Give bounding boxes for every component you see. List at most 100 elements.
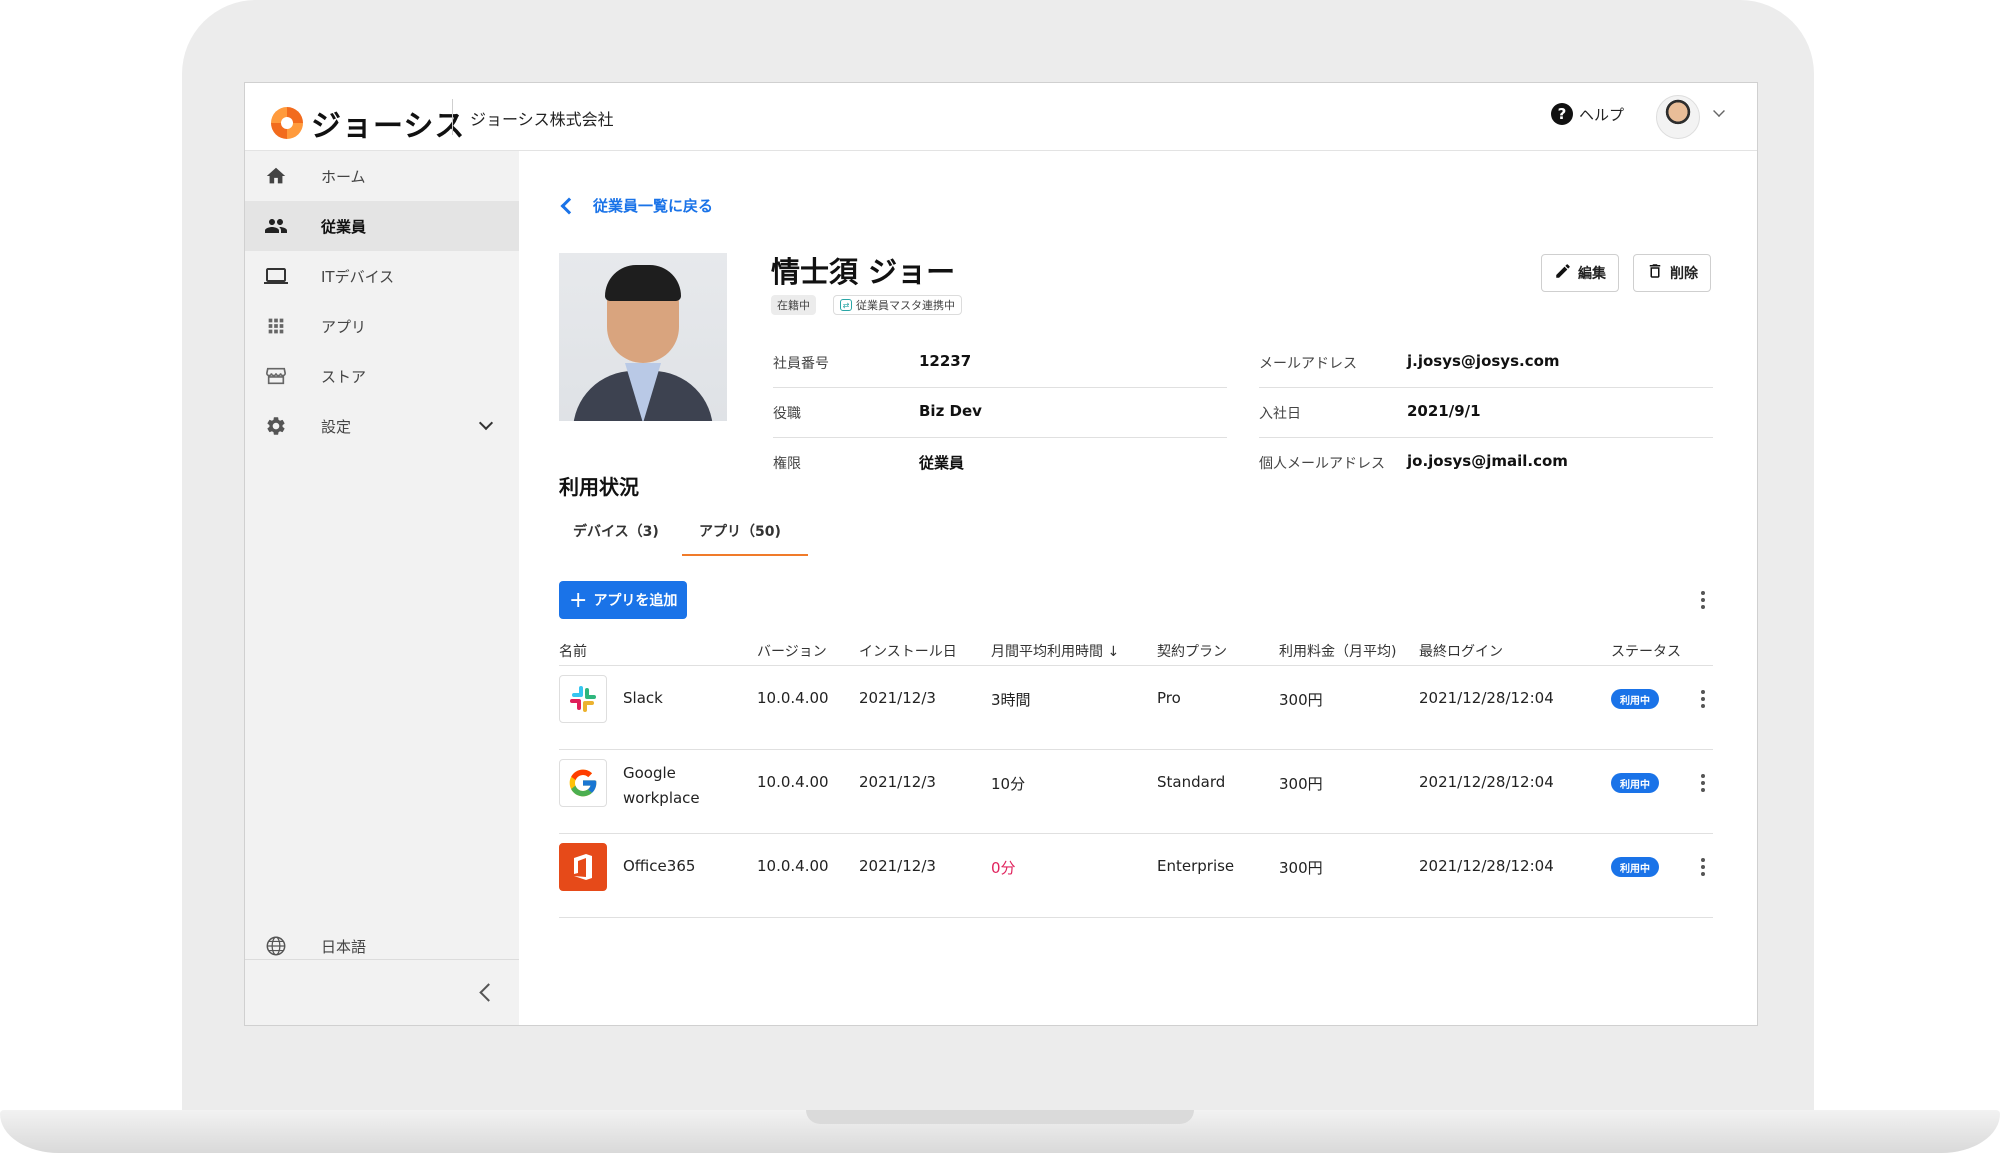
app-window: ジョーシス ジョーシス株式会社 ? ヘルプ ホーム 従業員 ITデバイス アプリ… <box>244 82 1758 1026</box>
usage-time: 3時間 <box>991 691 1031 709</box>
sidebar-item-apps[interactable]: アプリ <box>245 301 519 351</box>
join-date-value: 2021/9/1 <box>1407 402 1481 420</box>
help-icon: ? <box>1551 103 1573 125</box>
delete-button[interactable]: 削除 <box>1633 254 1711 292</box>
column-header-fee[interactable]: 利用料金（月平均) <box>1279 641 1396 661</box>
sync-badge: ⇄ 従業員マスタ連携中 <box>833 295 962 315</box>
last-login: 2021/12/28/12:04 <box>1419 689 1554 707</box>
chevron-left-icon <box>560 197 578 214</box>
edit-label: 編集 <box>1578 266 1606 282</box>
logo[interactable]: ジョーシス <box>271 101 465 145</box>
fee: 300円 <box>1279 859 1323 877</box>
trash-icon <box>1646 262 1664 285</box>
sync-icon: ⇄ <box>840 299 852 311</box>
header-divider <box>452 99 453 135</box>
personal-email-label: 個人メールアドレス <box>1259 456 1385 472</box>
row-more-options-icon[interactable] <box>1691 687 1715 711</box>
row-more-options-icon[interactable] <box>1691 771 1715 795</box>
plan: Pro <box>1157 689 1181 707</box>
personal-email-value: jo.josys@jmail.com <box>1407 452 1568 470</box>
store-icon <box>263 363 289 389</box>
laptop-icon <box>263 263 289 289</box>
app-name[interactable]: Office365 <box>623 857 695 875</box>
collapse-sidebar-button[interactable] <box>473 977 503 1007</box>
google-logo-icon <box>559 759 607 807</box>
email-value: j.josys@josys.com <box>1407 352 1560 370</box>
sync-badge-label: 従業員マスタ連携中 <box>856 299 955 312</box>
last-login: 2021/12/28/12:04 <box>1419 857 1554 875</box>
app-name[interactable]: Slack <box>623 689 663 707</box>
email-label: メールアドレス <box>1259 356 1357 372</box>
user-avatar[interactable] <box>1656 95 1700 139</box>
install-date: 2021/12/3 <box>859 857 936 875</box>
sidebar-item-label: 設定 <box>321 417 352 436</box>
slack-logo-icon <box>559 675 607 723</box>
logo-text: ジョーシス <box>311 109 466 144</box>
top-bar: ジョーシス ジョーシス株式会社 ? ヘルプ <box>245 83 1757 151</box>
sidebar-item-home[interactable]: ホーム <box>245 151 519 201</box>
column-header-name[interactable]: 名前 <box>559 641 587 661</box>
sidebar-item-settings[interactable]: 設定 <box>245 401 519 451</box>
office365-logo-icon <box>559 843 607 891</box>
app-version: 10.0.4.00 <box>757 857 829 875</box>
pencil-icon <box>1554 262 1572 285</box>
row-divider <box>559 833 1713 834</box>
tab-devices[interactable]: デバイス（3) <box>573 507 659 555</box>
role-value: Biz Dev <box>919 402 982 420</box>
back-to-employees-link[interactable]: 従業員一覧に戻る <box>559 195 713 216</box>
back-label: 従業員一覧に戻る <box>593 197 714 215</box>
column-header-status[interactable]: ステータス <box>1611 641 1681 661</box>
info-divider <box>773 437 1227 438</box>
column-header-install-date[interactable]: インストール日 <box>859 641 957 661</box>
gear-icon <box>263 413 289 439</box>
app-name[interactable]: Google workplace <box>623 761 733 811</box>
language-label: 日本語 <box>321 937 367 956</box>
info-divider <box>1259 387 1713 388</box>
sidebar-item-employees[interactable]: 従業員 <box>245 201 519 251</box>
app-version: 10.0.4.00 <box>757 773 829 791</box>
sidebar-item-it-devices[interactable]: ITデバイス <box>245 251 519 301</box>
sidebar-item-label: ITデバイス <box>321 267 395 286</box>
column-header-version[interactable]: バージョン <box>757 641 827 661</box>
employee-id-value: 12237 <box>919 352 972 370</box>
add-app-label: アプリを追加 <box>593 593 678 609</box>
people-icon <box>263 213 289 239</box>
add-app-button[interactable]: + アプリを追加 <box>559 581 688 619</box>
column-header-usage-time[interactable]: 月間平均利用時間 ↓ <box>991 641 1119 661</box>
permission-label: 権限 <box>773 456 801 472</box>
plan: Standard <box>1157 773 1226 791</box>
home-icon <box>263 163 289 189</box>
edit-button[interactable]: 編集 <box>1541 254 1619 292</box>
column-header-plan[interactable]: 契約プラン <box>1157 641 1227 661</box>
logo-mark-icon <box>271 107 303 139</box>
sidebar-item-label: ストア <box>321 367 367 386</box>
install-date: 2021/12/3 <box>859 773 936 791</box>
row-divider <box>559 749 1713 750</box>
fee: 300円 <box>1279 691 1323 709</box>
language-selector[interactable]: 日本語 <box>245 921 519 971</box>
employee-id-label: 社員番号 <box>773 356 829 372</box>
globe-icon <box>263 933 289 959</box>
usage-time: 10分 <box>991 775 1026 793</box>
info-divider <box>1259 437 1713 438</box>
last-login: 2021/12/28/12:04 <box>1419 773 1554 791</box>
chevron-down-icon[interactable] <box>478 415 494 431</box>
help-label: ヘルプ <box>1579 105 1625 124</box>
plus-icon: + <box>569 587 588 613</box>
sidebar-item-label: ホーム <box>321 167 366 186</box>
status-badge: 利用中 <box>1611 857 1659 877</box>
app-version: 10.0.4.00 <box>757 689 829 707</box>
join-date-label: 入社日 <box>1259 406 1301 422</box>
delete-label: 削除 <box>1670 266 1698 282</box>
row-more-options-icon[interactable] <box>1691 855 1715 879</box>
column-header-last-login[interactable]: 最終ログイン <box>1419 641 1503 661</box>
row-divider <box>559 917 1713 918</box>
status-badge: 利用中 <box>1611 689 1659 709</box>
sidebar-item-store[interactable]: ストア <box>245 351 519 401</box>
usage-time: 0分 <box>991 859 1016 877</box>
more-options-icon[interactable] <box>1691 588 1715 612</box>
chevron-down-icon[interactable] <box>1713 105 1725 117</box>
plan: Enterprise <box>1157 857 1235 875</box>
tab-apps[interactable]: アプリ（50) <box>699 507 781 555</box>
help-button[interactable]: ? ヘルプ <box>1551 103 1624 125</box>
